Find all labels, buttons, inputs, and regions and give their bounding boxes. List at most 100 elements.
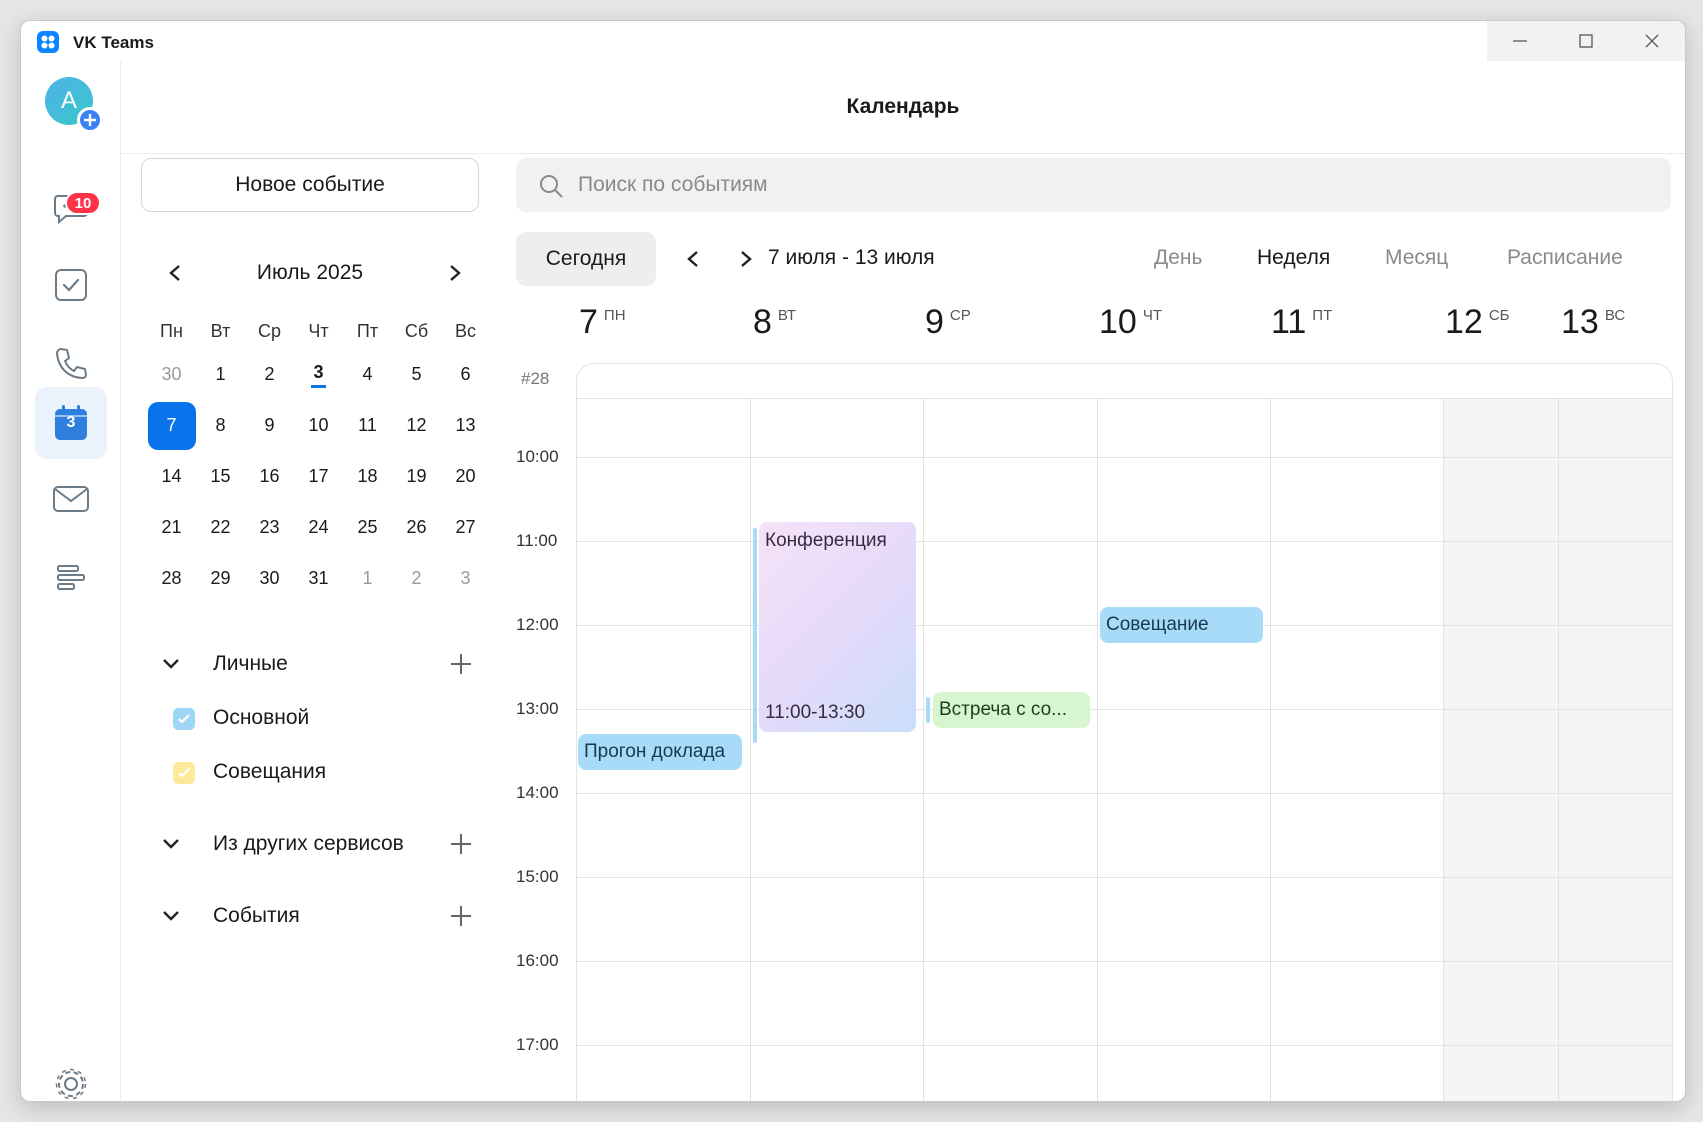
- day-header[interactable]: 12 СБ: [1445, 303, 1510, 353]
- mini-day[interactable]: 4: [343, 349, 392, 400]
- mini-next-month-button[interactable]: [443, 261, 467, 285]
- day-header[interactable]: 10 ЧТ: [1099, 303, 1162, 353]
- day-divider: [1443, 399, 1444, 1101]
- close-button[interactable]: [1619, 21, 1685, 61]
- mini-day[interactable]: 17: [294, 451, 343, 502]
- new-event-button[interactable]: Новое событие: [141, 158, 479, 212]
- mini-day[interactable]: 16: [245, 451, 294, 502]
- rail-tasks[interactable]: [35, 249, 107, 321]
- add-calendar-icon[interactable]: [449, 652, 473, 676]
- maximize-button[interactable]: [1553, 21, 1619, 61]
- mini-day[interactable]: 11: [343, 400, 392, 451]
- chats-unread-badge: 10: [65, 191, 101, 215]
- mini-day[interactable]: 21: [147, 502, 196, 553]
- calendar-item-meetings[interactable]: Совещания: [147, 752, 447, 792]
- calendar-item-main[interactable]: Основной: [147, 698, 447, 738]
- hour-line: [577, 793, 1672, 794]
- view-tab-week[interactable]: Неделя: [1257, 246, 1330, 270]
- calendar-item-label: Совещания: [213, 760, 327, 783]
- mail-icon: [53, 486, 89, 512]
- checkbox-main[interactable]: [173, 708, 195, 730]
- checkbox-meetings[interactable]: [173, 762, 195, 784]
- time-label: 15:00: [516, 867, 559, 886]
- mini-day[interactable]: 18: [343, 451, 392, 502]
- time-label: 10:00: [516, 447, 559, 466]
- event-meeting-with[interactable]: Встреча с со...: [933, 692, 1090, 728]
- mini-day[interactable]: 2: [245, 349, 294, 400]
- event-rehearsal[interactable]: Прогон доклада: [578, 734, 742, 770]
- section-personal[interactable]: Личные: [147, 644, 487, 684]
- mini-day[interactable]: 25: [343, 502, 392, 553]
- mini-day[interactable]: 10: [294, 400, 343, 451]
- mini-day[interactable]: 28: [147, 553, 196, 604]
- mini-day[interactable]: 14: [147, 451, 196, 502]
- day-header[interactable]: 11 ПТ: [1271, 303, 1332, 353]
- app-window: VK Teams A 10 3 Календарь Новое событие …: [20, 20, 1686, 1102]
- rail-more[interactable]: [35, 541, 107, 613]
- add-calendar-icon[interactable]: [449, 832, 473, 856]
- mini-day[interactable]: 26: [392, 502, 441, 553]
- mini-day[interactable]: 1: [343, 553, 392, 604]
- day-header[interactable]: 13 ВС: [1561, 303, 1625, 353]
- day-header[interactable]: 8 ВТ: [753, 303, 796, 353]
- mini-week-row: 14 15 16 17 18 19 20: [147, 451, 491, 502]
- mini-day[interactable]: 8: [196, 400, 245, 451]
- mini-day[interactable]: 30: [147, 349, 196, 400]
- mini-day[interactable]: 15: [196, 451, 245, 502]
- rail-mail[interactable]: [35, 463, 107, 535]
- mini-day[interactable]: 22: [196, 502, 245, 553]
- view-tab-day[interactable]: День: [1154, 246, 1202, 270]
- page-title: Календарь: [121, 61, 1685, 154]
- add-account-icon[interactable]: [77, 107, 103, 133]
- mini-weekday: Вс: [454, 320, 476, 341]
- day-header[interactable]: 9 СР: [925, 303, 971, 353]
- mini-day[interactable]: 12: [392, 400, 441, 451]
- event-meeting[interactable]: Совещание: [1100, 607, 1263, 643]
- mini-weekday: Пн: [160, 320, 183, 341]
- mini-calendar-header: Июль 2025: [141, 253, 479, 293]
- all-day-row[interactable]: [577, 364, 1672, 399]
- mini-day[interactable]: 23: [245, 502, 294, 553]
- chevron-right-icon: [450, 265, 461, 281]
- mini-day[interactable]: 27: [441, 502, 490, 553]
- section-events-label: События: [213, 904, 300, 927]
- calendar-icon-day: 3: [66, 414, 76, 431]
- date-range-label: 7 июля - 13 июля: [768, 246, 935, 269]
- next-week-button[interactable]: [734, 247, 758, 271]
- chevron-right-icon: [741, 251, 752, 267]
- rail-settings[interactable]: [35, 1054, 107, 1101]
- mini-day[interactable]: 13: [441, 400, 490, 451]
- view-tab-schedule[interactable]: Расписание: [1507, 246, 1623, 270]
- mini-day[interactable]: 30: [245, 553, 294, 604]
- rail-calendar[interactable]: 3: [35, 387, 107, 459]
- mini-day[interactable]: 24: [294, 502, 343, 553]
- mini-day[interactable]: 29: [196, 553, 245, 604]
- section-other-services[interactable]: Из других сервисов: [147, 824, 487, 864]
- mini-day[interactable]: 31: [294, 553, 343, 604]
- mini-day-current[interactable]: 3: [294, 349, 343, 400]
- mini-day[interactable]: 1: [196, 349, 245, 400]
- search-input[interactable]: [578, 158, 1638, 212]
- view-tab-month[interactable]: Месяц: [1385, 246, 1448, 270]
- week-grid[interactable]: [576, 363, 1673, 1101]
- mini-day[interactable]: 19: [392, 451, 441, 502]
- minimize-button[interactable]: [1487, 21, 1553, 61]
- mini-day[interactable]: 3: [441, 553, 490, 604]
- mini-week-row: 30 1 2 3 4 5 6: [147, 349, 491, 400]
- event-conference[interactable]: Конференция 11:00-13:30: [759, 522, 916, 732]
- mini-day[interactable]: 5: [392, 349, 441, 400]
- prev-week-button[interactable]: [681, 247, 705, 271]
- section-personal-label: Личные: [213, 652, 288, 675]
- today-button[interactable]: Сегодня: [516, 232, 656, 286]
- add-calendar-icon[interactable]: [449, 904, 473, 928]
- section-events[interactable]: События: [147, 896, 487, 936]
- day-header[interactable]: 7 ПН: [579, 303, 626, 353]
- mini-day[interactable]: 9: [245, 400, 294, 451]
- mini-week-row: 21 22 23 24 25 26 27: [147, 502, 491, 553]
- mini-day[interactable]: 6: [441, 349, 490, 400]
- title-bar: VK Teams: [21, 21, 1685, 61]
- mini-day[interactable]: 2: [392, 553, 441, 604]
- mini-week-row: 7 8 9 10 11 12 13: [147, 400, 491, 451]
- mini-day[interactable]: 20: [441, 451, 490, 502]
- mini-day-selected[interactable]: 7: [147, 400, 196, 451]
